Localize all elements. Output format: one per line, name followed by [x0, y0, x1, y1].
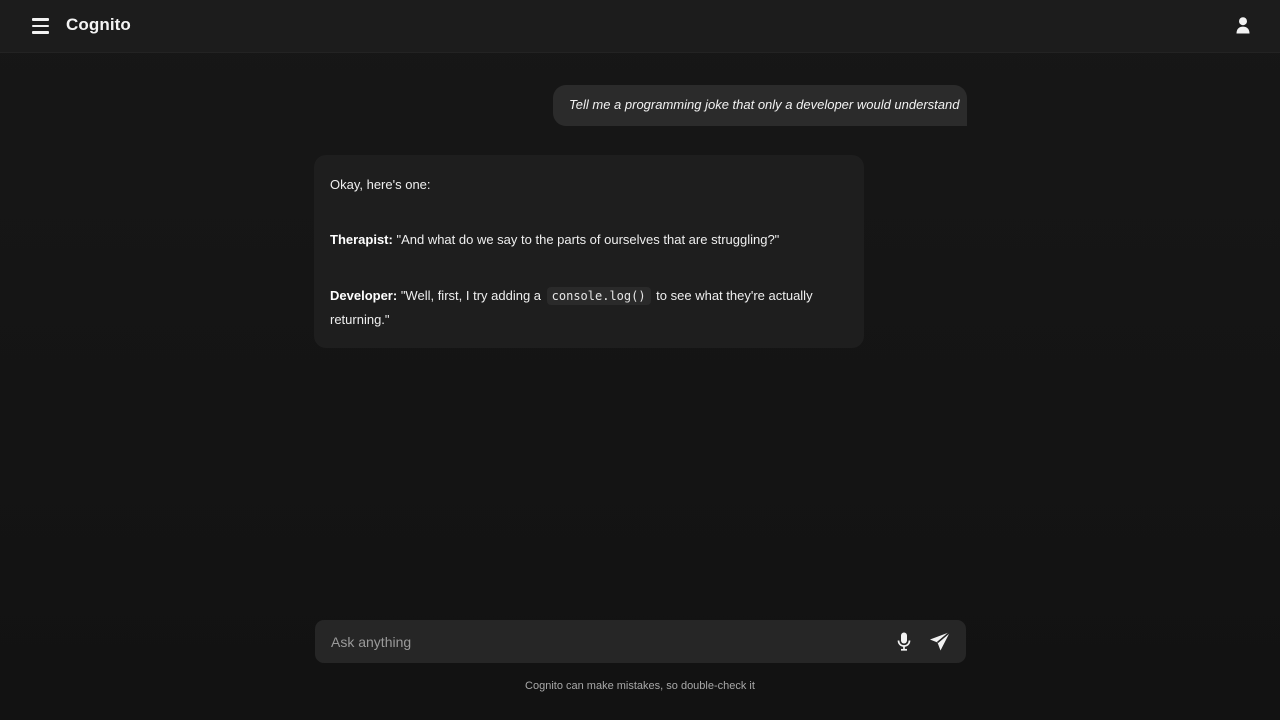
- message-composer: [315, 620, 966, 663]
- assistant-line-therapist: Therapist: "And what do we say to the pa…: [330, 228, 779, 251]
- assistant-intro-text: Okay, here's one:: [330, 177, 431, 192]
- speaker-label-developer: Developer:: [330, 288, 398, 303]
- top-bar: Cognito: [0, 0, 1280, 53]
- disclaimer-text: Cognito can make mistakes, so double-che…: [525, 680, 755, 692]
- inline-code: console.log(): [546, 287, 651, 305]
- speaker-label-therapist: Therapist:: [330, 232, 393, 247]
- user-icon[interactable]: [1234, 16, 1252, 36]
- send-icon[interactable]: [929, 631, 951, 652]
- hamburger-menu-icon[interactable]: [31, 16, 51, 36]
- microphone-icon[interactable]: [896, 632, 912, 651]
- app-title: Cognito: [66, 15, 131, 34]
- assistant-message-bubble: Okay, here's one: Therapist: "And what d…: [314, 155, 864, 348]
- user-message-bubble: Tell me a programming joke that only a d…: [553, 85, 967, 126]
- developer-quote-start: "Well, first, I try adding a: [397, 288, 545, 303]
- user-message-text: Tell me a programming joke that only a d…: [569, 97, 960, 112]
- therapist-quote: "And what do we say to the parts of ours…: [392, 232, 780, 247]
- message-input[interactable]: [331, 620, 891, 663]
- assistant-line-developer: Developer: "Well, first, I try adding a …: [330, 284, 830, 331]
